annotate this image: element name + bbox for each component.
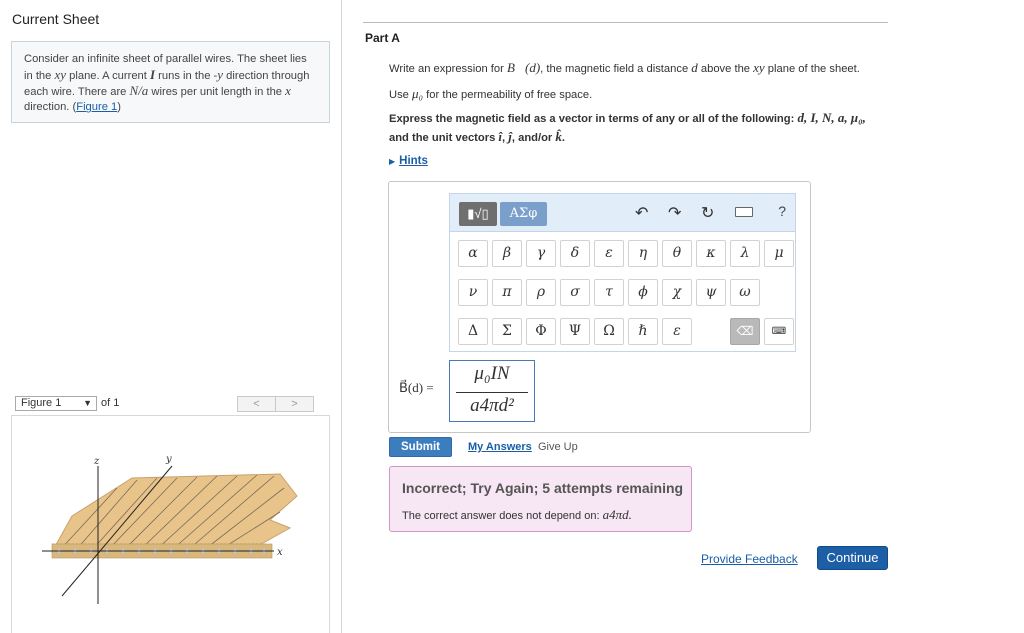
left-panel: Current Sheet Consider an infinite sheet…	[0, 0, 342, 633]
question-line-1: Write an expression for B⃗(d), the magne…	[389, 60, 860, 75]
figure-select[interactable]: Figure 1 ▼	[15, 396, 97, 411]
triangle-right-icon: ▶	[389, 157, 396, 166]
key-phi[interactable]: ϕ	[628, 279, 658, 306]
equation-label: B⃗(d) =	[399, 380, 434, 395]
key-capital-psi[interactable]: Ψ	[560, 318, 590, 345]
key-psi[interactable]: ψ	[696, 279, 726, 306]
key-sigma[interactable]: σ	[560, 279, 590, 306]
greek-row-2: ν π ρ σ τ ϕ χ ψ ω	[458, 279, 760, 306]
key-eta[interactable]: η	[628, 240, 658, 267]
figure-count: of 1	[101, 397, 120, 409]
y-axis-label: y	[165, 454, 172, 465]
wire-sheet-diagram: z y x	[42, 454, 298, 604]
submit-button[interactable]: Submit	[389, 437, 452, 457]
prev-figure-button[interactable]: <	[238, 397, 276, 411]
problem-statement: Consider an infinite sheet of parallel w…	[11, 41, 330, 123]
answer-input[interactable]: μ₀IN a4πd²	[449, 360, 535, 422]
help-icon[interactable]: ?	[778, 203, 786, 219]
keyboard-icon[interactable]: ⌨	[764, 318, 794, 345]
feedback-text: The correct answer does not depend on: a…	[402, 507, 632, 522]
answer-numerator: μ₀IN	[474, 363, 510, 384]
answer-denominator: a4πd²	[470, 395, 514, 416]
x-axis-label: x	[277, 547, 283, 558]
delete-icon[interactable]: ⌫	[730, 318, 760, 345]
key-capital-delta[interactable]: Δ	[458, 318, 488, 345]
figure-link[interactable]: Figure 1	[76, 101, 117, 113]
part-title: Part A	[365, 31, 400, 45]
key-pi[interactable]: π	[492, 279, 522, 306]
figure-panel: z y x	[11, 415, 330, 633]
z-axis-label: z	[93, 456, 100, 467]
question-line-4: and the unit vectors î, ĵ, and/or k̂.	[389, 129, 565, 144]
key-gamma[interactable]: γ	[526, 240, 556, 267]
figure-navigation: Figure 1 ▼ of 1 < >	[15, 396, 315, 412]
greek-row-3: Δ Σ Φ Ψ Ω ℏ ɛ ⌫ ⌨	[458, 318, 794, 345]
key-omega[interactable]: ω	[730, 279, 760, 306]
key-mu[interactable]: μ	[764, 240, 794, 267]
key-chi[interactable]: χ	[662, 279, 692, 306]
fraction-bar	[456, 392, 528, 393]
reset-icon[interactable]: ↻	[701, 203, 714, 223]
hints-toggle[interactable]: ▶ Hints	[389, 155, 428, 167]
my-answers-link[interactable]: My Answers	[468, 441, 532, 453]
key-epsilon[interactable]: ε	[594, 240, 624, 267]
key-capital-sigma[interactable]: Σ	[492, 318, 522, 345]
continue-button[interactable]: Continue	[817, 546, 888, 570]
feedback-title: Incorrect; Try Again; 5 attempts remaini…	[402, 480, 684, 496]
next-figure-button[interactable]: >	[276, 397, 313, 411]
key-capital-phi[interactable]: Φ	[526, 318, 556, 345]
hints-link[interactable]: Hints	[399, 155, 428, 167]
greek-row-1: α β γ δ ε η θ κ λ μ	[458, 240, 794, 267]
toolbar-header: ▮√▯ AΣφ ↶ ↷ ↻ ?	[450, 194, 795, 232]
key-theta[interactable]: θ	[662, 240, 692, 267]
top-divider	[363, 22, 888, 23]
key-beta[interactable]: β	[492, 240, 522, 267]
key-lambda[interactable]: λ	[730, 240, 760, 267]
answer-area: ▮√▯ AΣφ ↶ ↷ ↻ ? α β γ δ ε η θ κ λ μ ν π …	[388, 181, 811, 433]
math-toolbar: ▮√▯ AΣφ ↶ ↷ ↻ ? α β γ δ ε η θ κ λ μ ν π …	[449, 193, 796, 352]
key-tau[interactable]: τ	[594, 279, 624, 306]
feedback-message: Incorrect; Try Again; 5 attempts remaini…	[389, 466, 692, 532]
question-line-3: Express the magnetic field as a vector i…	[389, 110, 866, 125]
keyboard-shortcuts-icon[interactable]	[735, 207, 753, 217]
chevron-down-icon: ▼	[83, 398, 92, 408]
undo-icon[interactable]: ↶	[635, 203, 648, 223]
redo-icon[interactable]: ↷	[668, 203, 681, 223]
give-up-link[interactable]: Give Up	[538, 441, 578, 453]
figure-pager: < >	[237, 396, 314, 412]
key-kappa[interactable]: κ	[696, 240, 726, 267]
question-line-2: Use μ₀ for the permeability of free spac…	[389, 86, 593, 101]
key-rho[interactable]: ρ	[526, 279, 556, 306]
greek-symbols-button[interactable]: AΣφ	[500, 202, 547, 226]
key-hbar[interactable]: ℏ	[628, 318, 658, 345]
provide-feedback-link[interactable]: Provide Feedback	[701, 552, 798, 566]
templates-button[interactable]: ▮√▯	[459, 202, 497, 226]
key-alpha[interactable]: α	[458, 240, 488, 267]
key-capital-omega[interactable]: Ω	[594, 318, 624, 345]
key-delta[interactable]: δ	[560, 240, 590, 267]
key-varepsilon[interactable]: ɛ	[662, 318, 692, 345]
sheet-title: Current Sheet	[12, 11, 100, 27]
key-nu[interactable]: ν	[458, 279, 488, 306]
sheet-surface	[51, 473, 298, 553]
